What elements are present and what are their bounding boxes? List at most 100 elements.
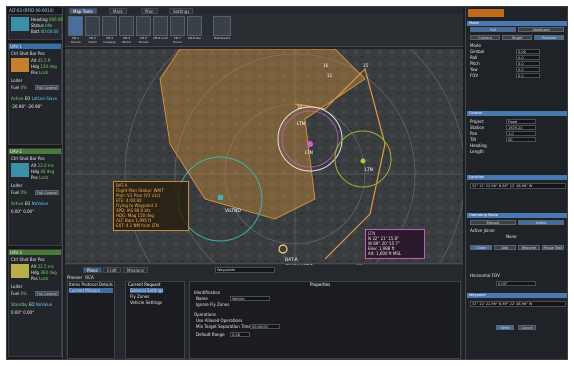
fov-field[interactable]: 0.0 bbox=[516, 73, 540, 78]
waypoint-field[interactable]: 32° 22' 22.96" N 89° 22' 48.96" W bbox=[470, 301, 566, 307]
list-item[interactable]: Current Mission bbox=[69, 288, 113, 293]
flight-info-box: BAT-A Flight Plan Status: WAIT Plan: V1 … bbox=[113, 181, 189, 231]
section-header: Operating Mode bbox=[467, 213, 567, 218]
vehicle-thumbnail[interactable] bbox=[11, 264, 29, 278]
tree-item[interactable]: Fly Zones bbox=[130, 294, 149, 299]
name-field[interactable]: Vehicle bbox=[230, 296, 270, 301]
ribbon-button[interactable] bbox=[68, 16, 83, 36]
coords-row: 0.00° 0.00° bbox=[11, 209, 35, 214]
project-select[interactable]: Fixed bbox=[506, 119, 536, 124]
manual-button[interactable]: Manual bbox=[470, 220, 516, 225]
target-marker[interactable] bbox=[218, 195, 223, 200]
full-control-button[interactable]: Full Control bbox=[35, 85, 59, 90]
section-header: Mode bbox=[467, 21, 567, 26]
close-button[interactable]: Close bbox=[470, 245, 492, 250]
map-label: LTN bbox=[297, 121, 305, 127]
property-label: Name bbox=[196, 296, 208, 301]
tilt-field[interactable]: 00 bbox=[506, 137, 536, 142]
mission-list: Items Protocol Details Current Mission bbox=[67, 281, 115, 359]
vehicle-tags: Ctrl Shot Bar Pos bbox=[11, 51, 45, 56]
map-label: LTN bbox=[305, 150, 313, 156]
vehicle-card[interactable]: UAV-2 Ctrl Shot Bar Pos Alt 22.0 ms Hdg … bbox=[8, 148, 62, 246]
roll-field[interactable]: 0.0 bbox=[516, 55, 540, 60]
waypoint-number: 10 bbox=[297, 105, 303, 110]
target-button[interactable]: Target bbox=[502, 35, 532, 40]
tree-header: Current Request bbox=[128, 282, 161, 287]
vehicle-header: UAV-1 bbox=[9, 44, 61, 49]
section-header: Control bbox=[467, 111, 567, 116]
checkbox-label[interactable]: Ignore Fly Zones bbox=[196, 302, 229, 307]
location-field[interactable]: 32° 22' 22.96" N 89° 22' 48.96" W bbox=[470, 183, 566, 189]
ribbon-button[interactable] bbox=[170, 16, 185, 36]
send-button[interactable]: Send bbox=[496, 325, 514, 330]
ribbon-button[interactable] bbox=[119, 16, 134, 36]
ribbon-button[interactable] bbox=[136, 16, 151, 36]
checkbox-label[interactable]: Use Aliased Operations bbox=[196, 318, 243, 323]
active-button[interactable]: Active bbox=[518, 220, 564, 225]
field-label: Station bbox=[470, 125, 485, 130]
fuel-label: Fuel 0% bbox=[11, 85, 27, 90]
vehicle-value: Alt 22.0 ms bbox=[31, 163, 54, 168]
resume-button[interactable]: Resume bbox=[518, 245, 540, 250]
field-label: Tilt bbox=[470, 137, 477, 142]
camera-button[interactable]: Camera bbox=[470, 35, 500, 40]
waypoint-number: 15 bbox=[363, 63, 369, 68]
vehicle-thumbnail[interactable] bbox=[11, 58, 29, 72]
waypoints-search[interactable]: Waypoints bbox=[215, 267, 275, 273]
vehicle-value: Hdg 120 deg bbox=[31, 64, 57, 69]
ribbon-button[interactable] bbox=[102, 16, 117, 36]
range-field[interactable]: 0.28 bbox=[230, 332, 250, 337]
station-field[interactable]: 1929.22 bbox=[506, 125, 536, 130]
mode-stabilized-button[interactable]: Stabilized bbox=[518, 27, 564, 32]
vehicle-mode: Loiter bbox=[11, 284, 23, 289]
vehicle-thumbnail[interactable] bbox=[11, 163, 29, 177]
fov-value[interactable]: 0.00° bbox=[496, 281, 536, 286]
ribbon-button[interactable] bbox=[153, 16, 168, 36]
field-label: FOV bbox=[470, 73, 479, 78]
target-info-box: LTN N 32° 21' 15.8" W 89° 20' 55.7" Elev… bbox=[365, 229, 425, 259]
dashboard-button[interactable] bbox=[213, 16, 231, 36]
toolbar-icons[interactable] bbox=[468, 9, 504, 17]
pause-task-button[interactable]: Pause Task bbox=[542, 245, 564, 250]
status-row: Heading 000.00 bbox=[31, 17, 63, 22]
ribbon-label: CB-5 Terrain bbox=[138, 36, 149, 44]
vehicle-tags: Ctrl Shot Bar Pos bbox=[11, 156, 45, 161]
field-label: Active Joiner bbox=[470, 228, 496, 233]
property-label: Operations bbox=[194, 312, 216, 317]
yaw-field[interactable]: 0.0 bbox=[516, 67, 540, 72]
engine-row: Active EO NoValue bbox=[11, 201, 49, 206]
separation-field[interactable]: 00:00:00 bbox=[250, 324, 280, 329]
map-view[interactable]: LTN VILTND LTN LTN BAT-A 16 15 12 10 BAT… bbox=[65, 49, 463, 263]
vehicle-thumbnail[interactable] bbox=[11, 17, 29, 31]
full-control-button[interactable]: Full Control bbox=[35, 190, 59, 195]
engine-row: Standby EO NoValue bbox=[11, 302, 53, 307]
tab-missions[interactable]: Missions bbox=[123, 267, 148, 273]
vehicle-card[interactable]: UAV-1 Ctrl Shot Bar Pos Alt 45.5 ft Hdg … bbox=[8, 43, 62, 145]
planner-panel: Plans Craft Missions Waypoints Planner O… bbox=[65, 265, 463, 359]
mode-full-button[interactable]: Full bbox=[470, 27, 516, 32]
ribbon-button[interactable] bbox=[85, 16, 100, 36]
add-button[interactable]: Add bbox=[494, 245, 516, 250]
target-marker[interactable] bbox=[307, 141, 313, 147]
fuel-label: Fuel 0% bbox=[11, 190, 27, 195]
pitch-field[interactable]: 0.0 bbox=[516, 61, 540, 66]
ribbon-button[interactable] bbox=[187, 16, 202, 36]
tab-plans[interactable]: Plans bbox=[83, 267, 102, 273]
field-label: Yaw bbox=[470, 67, 478, 72]
full-control-button[interactable]: Full Control bbox=[35, 291, 59, 296]
vehicle-card[interactable]: UAV-3 Ctrl Shot Bar Pos Alt 22.5 ms Hdg … bbox=[8, 249, 62, 357]
tree-item[interactable]: Vehicle Settings bbox=[130, 300, 162, 305]
payload-button[interactable]: Payload bbox=[534, 35, 564, 40]
ribbon-label: CB-8 Rec bbox=[187, 36, 202, 40]
target-marker[interactable] bbox=[360, 158, 366, 164]
gimbal-field[interactable]: 0.00 bbox=[516, 49, 540, 54]
ribbon-label: CB-4 Vector bbox=[121, 36, 132, 44]
vehicle-header: UAV-2 bbox=[9, 149, 61, 154]
cancel-button[interactable]: Cancel bbox=[518, 325, 536, 330]
vehicle-value: Pos Lock bbox=[31, 276, 49, 281]
property-label: Default Range bbox=[196, 332, 225, 337]
tree-item[interactable]: General Settings bbox=[130, 288, 164, 293]
property-label: Min Target Separation Time bbox=[196, 324, 251, 329]
pan-field[interactable]: 1.0 bbox=[506, 131, 536, 136]
tab-craft[interactable]: Craft bbox=[103, 267, 121, 273]
